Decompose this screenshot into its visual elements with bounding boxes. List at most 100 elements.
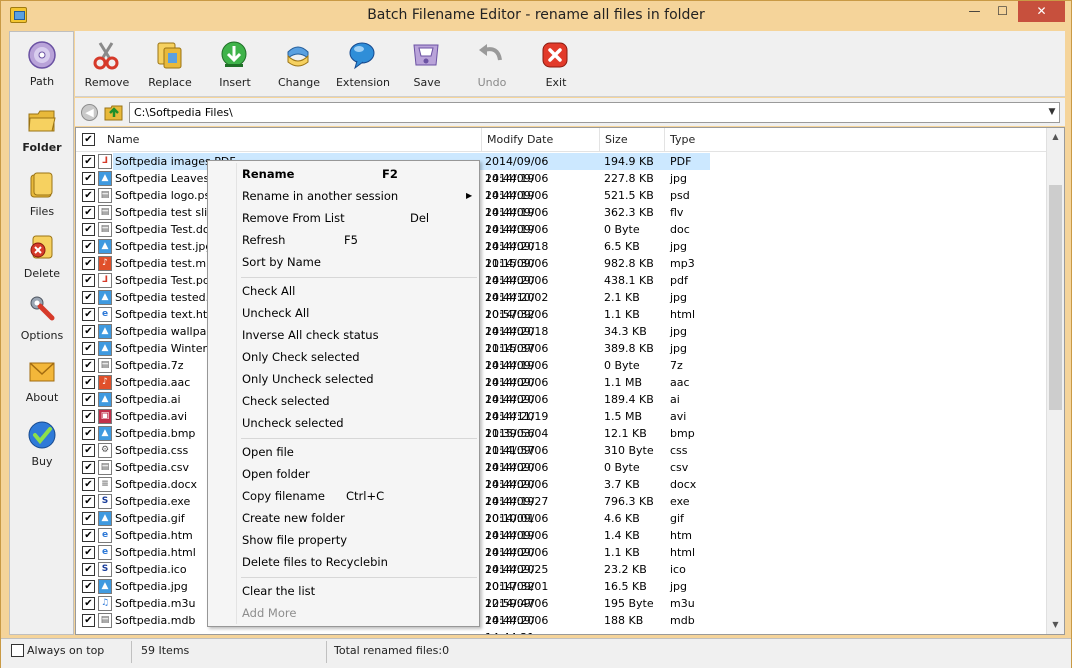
remove-button[interactable]: Remove (75, 37, 139, 95)
menu-item[interactable]: Create new folder (242, 507, 476, 529)
sidebar-item-path[interactable]: Path (10, 34, 74, 94)
row-checkbox[interactable]: ✔ (82, 410, 95, 423)
sidebar-item-files[interactable]: Files (10, 164, 74, 224)
vertical-scrollbar[interactable]: ▲ ▼ (1046, 128, 1064, 634)
back-button[interactable]: ◀ (81, 104, 98, 121)
menu-item[interactable]: Add More (242, 602, 476, 624)
menu-item[interactable]: Remove From List Del (242, 207, 476, 229)
row-checkbox[interactable]: ✔ (82, 478, 95, 491)
column-header-type[interactable]: Type (665, 128, 710, 152)
file-size: 389.8 KB (604, 342, 654, 355)
sidebar-item-folder[interactable]: Folder (10, 100, 74, 160)
menu-item[interactable]: Delete files to Recyclebin (242, 551, 476, 573)
menu-item-label: Refresh (242, 233, 286, 247)
sidebar-label: Options (20, 329, 64, 342)
file-size: 1.1 KB (604, 308, 640, 321)
row-checkbox[interactable]: ✔ (82, 172, 95, 185)
row-checkbox[interactable]: ✔ (82, 495, 95, 508)
status-divider (131, 641, 132, 663)
scroll-thumb[interactable] (1049, 185, 1062, 410)
menu-item[interactable]: Show file property (242, 529, 476, 551)
menu-item[interactable]: Uncheck All (242, 302, 476, 324)
menu-item[interactable]: Rename in another session ▶ (242, 185, 476, 207)
row-checkbox[interactable]: ✔ (82, 546, 95, 559)
row-checkbox[interactable]: ✔ (82, 206, 95, 219)
row-checkbox[interactable]: ✔ (82, 427, 95, 440)
row-checkbox[interactable]: ✔ (82, 563, 95, 576)
menu-item[interactable]: Refresh F5 (242, 229, 476, 251)
menu-item[interactable]: Open file (242, 441, 476, 463)
file-type: m3u (670, 597, 695, 610)
file-type: ico (670, 563, 686, 576)
row-checkbox[interactable]: ✔ (82, 444, 95, 457)
row-checkbox[interactable]: ✔ (82, 529, 95, 542)
always-on-top-checkbox[interactable] (11, 644, 24, 657)
path-dropdown-arrow[interactable]: ▼ (1045, 104, 1059, 121)
menu-item-label: Check selected (242, 394, 330, 408)
status-bar: Always on top 59 Items Total renamed fil… (1, 638, 1071, 668)
row-checkbox[interactable]: ✔ (82, 342, 95, 355)
row-checkbox[interactable]: ✔ (82, 614, 95, 627)
close-button[interactable]: ✕ (1018, 1, 1065, 22)
menu-item[interactable]: Rename F2 (242, 163, 476, 185)
row-checkbox[interactable]: ✔ (82, 274, 95, 287)
column-header-date[interactable]: Modify Date (482, 128, 600, 152)
menu-item-label: Create new folder (242, 511, 345, 525)
pdf-icon: ⅃ (98, 154, 112, 169)
folder-up-icon[interactable] (104, 103, 124, 121)
row-checkbox[interactable]: ✔ (82, 223, 95, 236)
file-type: html (670, 546, 696, 559)
row-checkbox[interactable]: ✔ (82, 512, 95, 525)
replace-button[interactable]: Replace (138, 37, 202, 95)
maximize-button[interactable]: ☐ (989, 1, 1016, 22)
menu-item[interactable]: Sort by Name (242, 251, 476, 273)
modify-date: 2014/09/06 14:44:19 (485, 478, 549, 508)
path-input[interactable] (129, 102, 1060, 123)
column-header-name[interactable]: Name (102, 128, 482, 152)
sidebar-item-delete[interactable]: Delete (10, 226, 74, 286)
always-on-top-label[interactable]: Always on top (27, 644, 104, 657)
menu-item[interactable]: Check selected (242, 390, 476, 412)
menu-item[interactable]: Only Check selected (242, 346, 476, 368)
scroll-up-arrow[interactable]: ▲ (1047, 128, 1064, 146)
extension-button[interactable]: Extension (331, 37, 395, 95)
row-checkbox[interactable]: ✔ (82, 257, 95, 270)
undo-button[interactable]: Undo (460, 37, 524, 95)
row-checkbox[interactable]: ✔ (82, 597, 95, 610)
title-bar[interactable]: Batch Filename Editor - rename all files… (1, 1, 1071, 31)
menu-item[interactable]: Check All (242, 280, 476, 302)
row-checkbox[interactable]: ✔ (82, 155, 95, 168)
row-checkbox[interactable]: ✔ (82, 376, 95, 389)
row-checkbox[interactable]: ✔ (82, 393, 95, 406)
menu-item[interactable]: Inverse All check status (242, 324, 476, 346)
menu-item[interactable]: Only Uncheck selected (242, 368, 476, 390)
row-checkbox[interactable]: ✔ (82, 291, 95, 304)
column-header-size[interactable]: Size (600, 128, 665, 152)
sidebar-item-buy[interactable]: Buy (10, 414, 74, 474)
menu-item[interactable]: Copy filename Ctrl+C (242, 485, 476, 507)
menu-item[interactable]: Uncheck selected (242, 412, 476, 434)
menu-item[interactable]: Open folder (242, 463, 476, 485)
select-all-checkbox[interactable]: ✔ (82, 133, 95, 146)
row-checkbox[interactable]: ✔ (82, 189, 95, 202)
row-checkbox[interactable]: ✔ (82, 240, 95, 253)
row-checkbox[interactable]: ✔ (82, 461, 95, 474)
save-button[interactable]: Save (395, 37, 459, 95)
sidebar-item-options[interactable]: Options (10, 288, 74, 348)
menu-item[interactable]: Clear the list (242, 580, 476, 602)
row-checkbox[interactable]: ✔ (82, 359, 95, 372)
row-checkbox[interactable]: ✔ (82, 325, 95, 338)
row-checkbox[interactable]: ✔ (82, 580, 95, 593)
generic-file-icon: ▤ (98, 358, 112, 373)
exit-button[interactable]: Exit (524, 37, 588, 95)
change-button[interactable]: Change (267, 37, 331, 95)
gear-file-icon: ⚙ (98, 443, 112, 458)
minimize-button[interactable]: — (961, 1, 988, 22)
row-checkbox[interactable]: ✔ (82, 308, 95, 321)
web-icon: e (98, 528, 112, 543)
scroll-down-arrow[interactable]: ▼ (1047, 616, 1064, 634)
sidebar-item-about[interactable]: About (10, 350, 74, 410)
disc-icon (28, 41, 56, 69)
wrench-icon (30, 296, 55, 321)
insert-button[interactable]: Insert (203, 37, 267, 95)
